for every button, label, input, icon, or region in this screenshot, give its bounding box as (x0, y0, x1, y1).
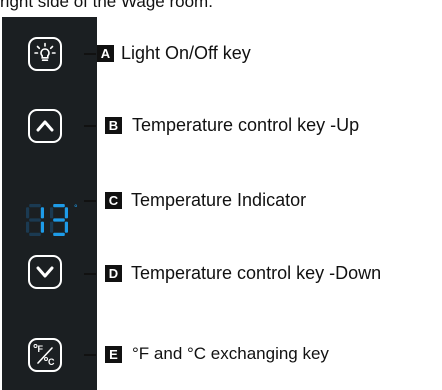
letter-badge-b: B (105, 117, 122, 134)
chevron-up-icon (36, 120, 54, 132)
letter-badge-d: D (105, 265, 122, 282)
letter-badge-a: A (97, 45, 114, 62)
svg-text:C: C (48, 357, 55, 367)
digit-segment (29, 218, 41, 222)
digit-segment (64, 207, 68, 219)
light-bulb-icon (34, 42, 56, 62)
label-temp-down-key: Temperature control key -Down (131, 263, 382, 283)
fahrenheit-celsius-icon: F C (33, 344, 55, 367)
digit-segment (26, 221, 30, 233)
degree-symbol: ° (74, 203, 78, 213)
digit-segment (53, 218, 65, 222)
label-temp-up-key: Temperature control key -Up (132, 115, 360, 135)
chevron-down-icon (36, 266, 54, 278)
label-unit-exchange-key: °F and °C exchanging key (132, 344, 329, 363)
digit-segment (40, 207, 44, 219)
label-temp-indicator: Temperature Indicator (131, 190, 307, 210)
temperature-down-key[interactable] (28, 255, 62, 289)
leader-line-e (84, 354, 96, 356)
digit-segment (26, 207, 30, 219)
digit-segment (53, 232, 65, 236)
digit-segment (64, 221, 68, 233)
temperature-indicator: ° (26, 203, 78, 236)
unit-exchange-key[interactable]: F C (28, 338, 62, 372)
svg-text:F: F (38, 344, 44, 354)
label-light-key: Light On/Off key (121, 43, 251, 63)
light-key[interactable] (28, 37, 62, 71)
leader-line-b (84, 125, 96, 127)
letter-badge-e: E (105, 346, 122, 363)
top-caption: right side of the Wage room. (0, 0, 213, 11)
digit-segment (53, 204, 65, 208)
letter-badge-c: C (105, 192, 122, 209)
digit-segment (29, 204, 41, 208)
leader-line-a (84, 53, 96, 55)
leader-line-d (84, 273, 96, 275)
digit-segment (29, 232, 41, 236)
temperature-up-key[interactable] (28, 109, 62, 143)
leader-line-c (84, 200, 96, 202)
control-panel: ° F C (2, 17, 97, 390)
digit-segment (50, 207, 54, 219)
digit-segment (40, 221, 44, 233)
digit-segment (50, 221, 54, 233)
